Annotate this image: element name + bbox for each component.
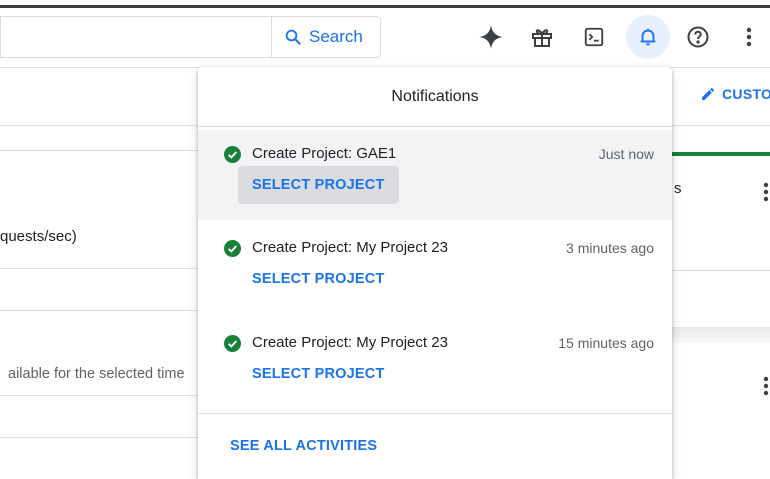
notifications-title: Notifications	[198, 67, 672, 127]
panel-footer-divider	[198, 413, 672, 414]
see-all-activities-link[interactable]: SEE ALL ACTIVITIES	[230, 438, 377, 454]
notification-title: Create Project: My Project 23	[252, 239, 448, 256]
card-menu-icon[interactable]	[756, 374, 770, 398]
card-shadow	[672, 327, 770, 343]
row-divider	[0, 268, 200, 269]
top-border	[0, 5, 770, 8]
more-vert-icon[interactable]	[730, 18, 768, 56]
row-divider	[0, 437, 200, 438]
row-divider	[672, 270, 770, 271]
search-button[interactable]: Search	[271, 16, 381, 58]
notification-time: 15 minutes ago	[558, 335, 654, 351]
cloud-shell-icon[interactable]	[575, 18, 613, 56]
success-check-icon	[224, 240, 241, 257]
search-input[interactable]	[0, 16, 272, 58]
select-project-button[interactable]: SELECT PROJECT	[238, 260, 399, 298]
notification-title: Create Project: My Project 23	[252, 334, 448, 351]
help-icon[interactable]	[679, 18, 717, 56]
success-check-icon	[224, 335, 241, 352]
notification-time: Just now	[598, 146, 654, 162]
card-menu-icon[interactable]	[756, 180, 770, 204]
success-check-icon	[224, 146, 241, 163]
customize-button[interactable]: CUSTO	[700, 86, 770, 102]
chart-progress-bar	[672, 152, 770, 156]
edit-pencil-icon	[702, 87, 714, 100]
search-icon	[285, 29, 301, 45]
notification-item[interactable]: Create Project: My Project 23 3 minutes …	[198, 224, 672, 314]
select-project-button[interactable]: SELECT PROJECT	[238, 166, 399, 204]
row-divider	[0, 395, 200, 396]
notifications-bell-icon[interactable]	[626, 15, 670, 59]
no-data-text: ailable for the selected time	[8, 366, 185, 382]
gift-icon[interactable]	[523, 18, 561, 56]
partial-text: s	[674, 180, 682, 197]
section-divider	[0, 150, 200, 151]
notifications-panel: Notifications Create Project: GAE1 Just …	[198, 67, 672, 479]
gemini-sparkle-icon[interactable]	[472, 18, 510, 56]
search-button-label: Search	[309, 27, 363, 46]
notification-item[interactable]: Create Project: My Project 23 15 minutes…	[198, 319, 672, 409]
requests-label: quests/sec)	[0, 228, 77, 245]
row-divider	[0, 310, 200, 311]
customize-label: CUSTO	[722, 86, 770, 102]
notification-item[interactable]: Create Project: GAE1 Just now SELECT PRO…	[198, 130, 672, 220]
notification-time: 3 minutes ago	[566, 240, 654, 256]
notification-title: Create Project: GAE1	[252, 145, 397, 162]
select-project-button[interactable]: SELECT PROJECT	[238, 355, 399, 393]
